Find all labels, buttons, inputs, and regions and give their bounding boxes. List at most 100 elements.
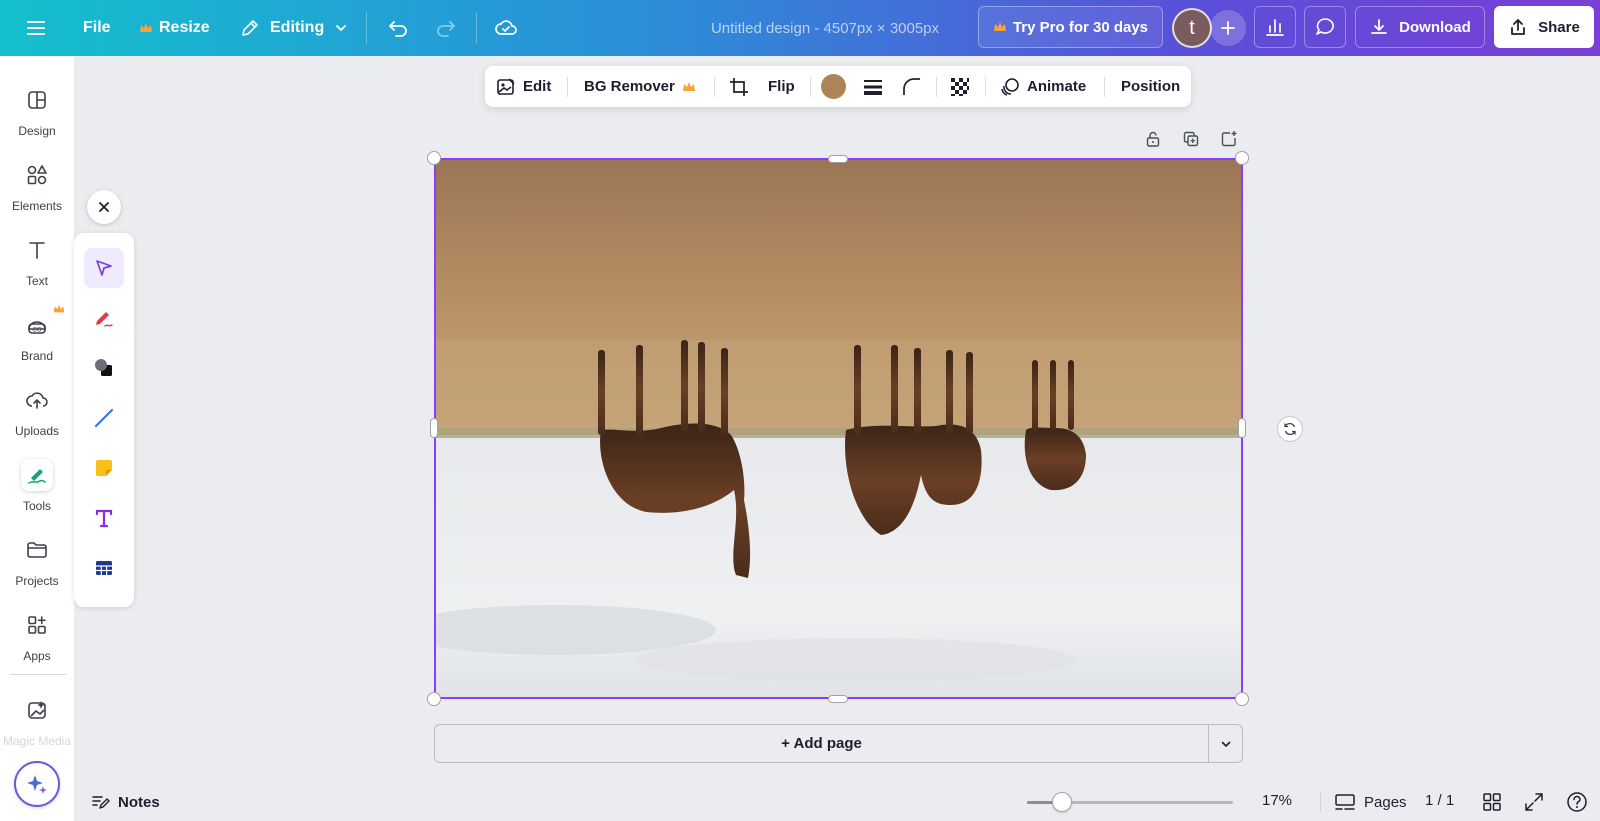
flip-button[interactable]: Flip — [768, 66, 795, 107]
crop-button[interactable] — [729, 66, 749, 107]
top-bar: File Resize Editing Untitled design - 45… — [0, 0, 1600, 56]
color-swatch[interactable] — [821, 74, 846, 99]
tools-panel — [74, 233, 134, 607]
resize-handle-bottom[interactable] — [828, 695, 848, 703]
pages-button[interactable]: Pages — [1334, 788, 1407, 816]
design-page[interactable] — [434, 158, 1243, 699]
duplicate-button[interactable] — [1180, 128, 1202, 150]
sparkle-icon — [27, 775, 47, 794]
crown-icon — [993, 22, 1006, 31]
share-button[interactable]: Share — [1494, 6, 1594, 48]
position-button[interactable]: Position — [1121, 66, 1180, 107]
user-avatar[interactable]: t — [1172, 8, 1212, 48]
draw-tool[interactable] — [84, 298, 124, 338]
main-menu-button[interactable] — [24, 0, 48, 56]
resize-handle-top-left[interactable] — [427, 151, 441, 165]
add-box-icon — [1221, 131, 1237, 147]
rotate-button[interactable] — [1277, 416, 1303, 442]
fullscreen-button[interactable] — [1523, 791, 1545, 813]
design-title[interactable]: Untitled design - 4507px × 3005px — [690, 0, 960, 56]
hamburger-icon — [27, 21, 45, 35]
sidebar-item-apps[interactable]: Apps — [0, 601, 74, 671]
toolbar-divider — [714, 77, 715, 97]
table-tool[interactable] — [84, 548, 124, 588]
resize-handle-bottom-right[interactable] — [1235, 692, 1249, 706]
text-tool[interactable] — [84, 498, 124, 538]
pen-icon — [96, 312, 113, 327]
table-icon — [96, 561, 112, 575]
sidebar-item-brand[interactable]: CO Brand — [0, 301, 74, 371]
line-tool[interactable] — [84, 398, 124, 438]
lock-button[interactable] — [1142, 128, 1164, 150]
left-sidebar: Design Elements Text CO Brand Uploads To… — [0, 56, 74, 821]
edit-image-button[interactable]: Edit — [496, 66, 551, 107]
undo-button[interactable] — [387, 0, 409, 56]
download-button[interactable]: Download — [1355, 6, 1485, 48]
help-button[interactable] — [1566, 791, 1588, 813]
add-page-button[interactable]: + Add page — [434, 724, 1209, 763]
pages-icon — [1335, 794, 1355, 810]
zoom-slider-handle[interactable] — [1052, 792, 1073, 812]
header-divider — [366, 12, 367, 44]
crown-icon — [682, 81, 695, 91]
resize-handle-left[interactable] — [430, 418, 438, 438]
add-page-options-button[interactable] — [1208, 724, 1243, 763]
cloud-check-icon — [495, 20, 517, 35]
corner-rounding-button[interactable] — [902, 66, 922, 107]
try-pro-button[interactable]: Try Pro for 30 days — [978, 6, 1163, 48]
sticky-note-tool[interactable] — [84, 448, 124, 488]
transparency-icon — [951, 77, 969, 96]
sticky-note-icon — [96, 460, 112, 476]
add-element-button[interactable] — [1218, 128, 1240, 150]
sidebar-item-design[interactable]: Design — [0, 76, 74, 146]
close-tools-button[interactable] — [87, 190, 121, 224]
comment-icon — [1316, 18, 1334, 35]
undo-icon — [389, 21, 407, 37]
design-icon — [21, 84, 53, 116]
shapes-tool[interactable] — [84, 348, 124, 388]
sidebar-item-text[interactable]: Text — [0, 226, 74, 296]
border-style-button[interactable] — [863, 66, 883, 107]
toolbar-divider — [985, 77, 986, 97]
resize-handle-bottom-left[interactable] — [427, 692, 441, 706]
text-tool-icon — [95, 509, 113, 528]
editing-mode-dropdown[interactable]: Editing — [240, 0, 348, 56]
resize-handle-top[interactable] — [828, 155, 848, 163]
zoom-level[interactable]: 17% — [1259, 792, 1295, 809]
uploads-icon — [21, 384, 53, 416]
bar-chart-icon — [1266, 19, 1284, 36]
comments-button[interactable] — [1304, 6, 1346, 48]
sidebar-item-uploads[interactable]: Uploads — [0, 376, 74, 446]
sidebar-item-magic-media[interactable]: Magic Media — [0, 686, 74, 756]
transparency-button[interactable] — [950, 66, 970, 107]
grid-view-button[interactable] — [1481, 791, 1503, 813]
sidebar-item-projects[interactable]: Projects — [0, 526, 74, 596]
notes-icon — [92, 796, 110, 809]
select-tool[interactable] — [84, 248, 124, 288]
sidebar-item-tools[interactable]: Tools — [0, 451, 74, 521]
toolbar-divider — [1104, 77, 1105, 97]
bg-remover-button[interactable]: BG Remover — [584, 66, 696, 107]
duplicate-icon — [1183, 131, 1199, 147]
horses-photo[interactable] — [436, 160, 1241, 697]
notes-button[interactable]: Notes — [90, 788, 160, 816]
share-icon — [1511, 19, 1526, 35]
crop-icon — [730, 77, 748, 96]
redo-button[interactable] — [435, 0, 457, 56]
edit-image-icon — [497, 77, 515, 95]
magic-media-icon — [21, 694, 53, 726]
fullscreen-icon — [1525, 793, 1543, 811]
sidebar-divider — [10, 674, 66, 675]
insights-button[interactable] — [1254, 6, 1296, 48]
animate-button[interactable]: Animate — [1000, 66, 1086, 107]
resize-handle-right[interactable] — [1238, 418, 1246, 438]
resize-button[interactable]: Resize — [139, 0, 210, 56]
redo-icon — [437, 21, 455, 37]
canva-ai-button[interactable] — [14, 761, 60, 807]
file-menu-button[interactable]: File — [83, 0, 111, 56]
crown-icon — [53, 304, 65, 313]
invite-button[interactable] — [1210, 10, 1246, 46]
resize-handle-top-right[interactable] — [1235, 151, 1249, 165]
sidebar-item-elements[interactable]: Elements — [0, 151, 74, 221]
save-status-button[interactable] — [494, 0, 518, 56]
